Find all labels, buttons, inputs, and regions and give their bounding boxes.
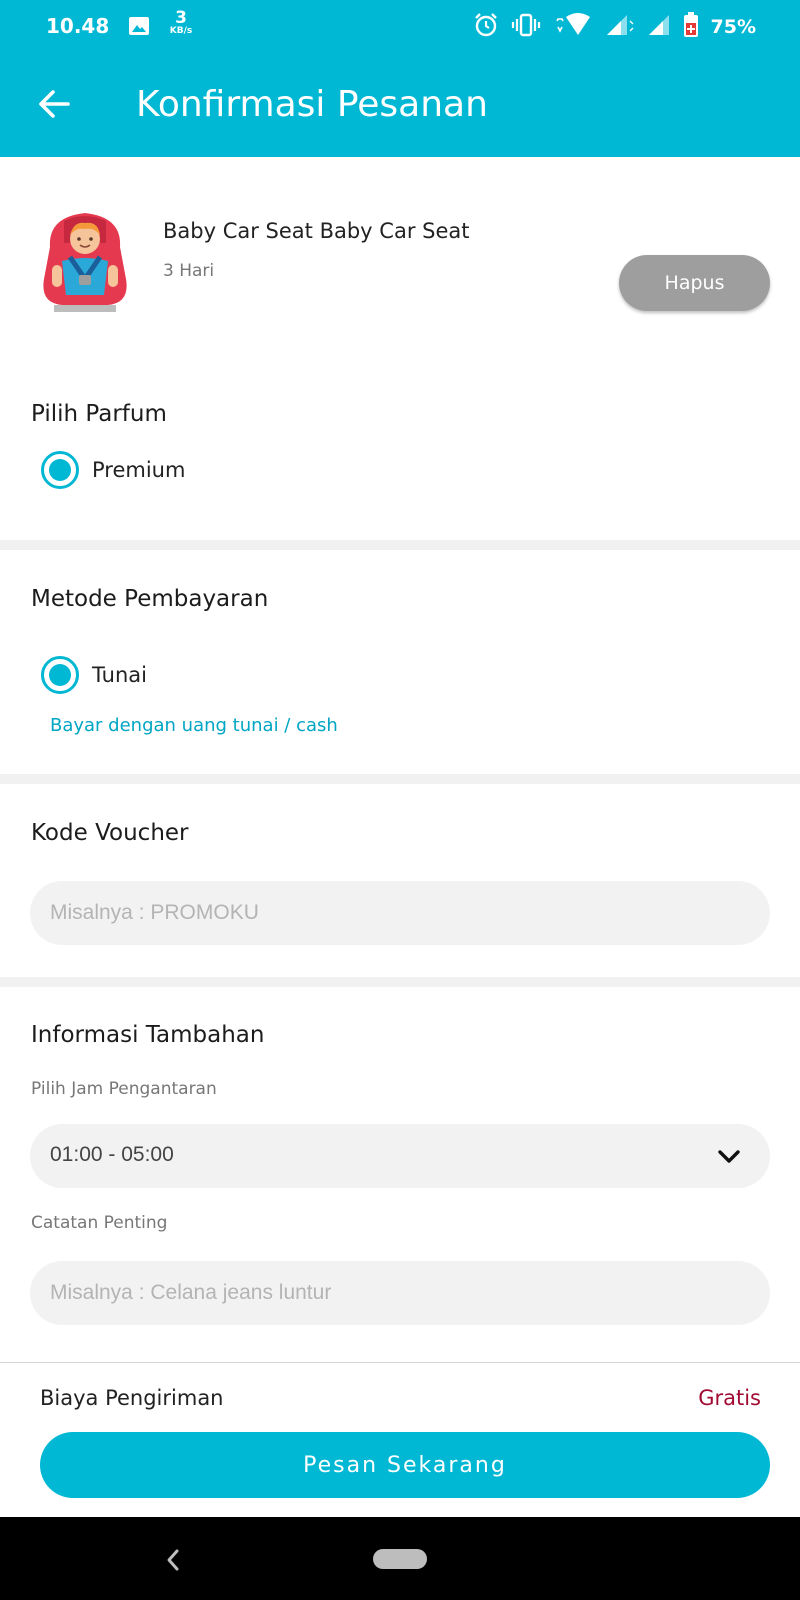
status-bar: 10.48 3 KB/s 75% <box>0 0 800 52</box>
parfum-title: Pilih Parfum <box>31 401 167 427</box>
chevron-left-icon <box>167 1549 179 1571</box>
app-bar: Konfirmasi Pesanan <box>0 52 800 157</box>
order-now-button[interactable]: Pesan Sekarang <box>40 1432 770 1498</box>
arrow-left-icon <box>39 90 70 118</box>
status-icons: 75% <box>473 12 756 42</box>
radio-selected-dot <box>49 459 71 481</box>
radio-tunai[interactable]: Tunai <box>41 656 147 694</box>
network-speed-value: 3 <box>175 8 187 28</box>
radio-button[interactable] <box>41 656 79 694</box>
page-title: Konfirmasi Pesanan <box>136 84 488 125</box>
radio-selected-dot <box>49 664 71 686</box>
vibrate-icon <box>511 13 541 41</box>
payment-title: Metode Pembayaran <box>31 586 269 612</box>
baby-car-seat-icon <box>40 207 130 317</box>
product-duration: 3 Hari <box>163 261 215 281</box>
system-nav-bar <box>0 1517 800 1600</box>
shipping-cost-label: Biaya Pengiriman <box>40 1386 224 1410</box>
voucher-input[interactable] <box>30 881 770 945</box>
battery-percent: 75% <box>710 16 756 38</box>
status-time: 10.48 <box>46 14 110 38</box>
product-name: Baby Car Seat Baby Car Seat <box>163 219 470 243</box>
payment-note: Bayar dengan uang tunai / cash <box>50 715 338 736</box>
delete-button[interactable]: Hapus <box>619 255 770 311</box>
wifi-icon <box>553 13 593 41</box>
section-divider <box>0 977 800 987</box>
nav-back-button[interactable] <box>164 1547 182 1577</box>
radio-label: Tunai <box>92 663 147 687</box>
signal-icon <box>605 13 635 41</box>
network-speed: 3 KB/s <box>164 10 198 36</box>
payment-section: Metode Pembayaran Tunai Bayar dengan uan… <box>0 550 800 774</box>
signal-icon <box>647 13 671 41</box>
product-card: Baby Car Seat Baby Car Seat 3 Hari Hapus <box>0 157 800 357</box>
image-icon <box>128 16 150 40</box>
back-button[interactable] <box>32 82 76 126</box>
section-divider <box>0 774 800 784</box>
nav-home-button[interactable] <box>373 1549 427 1569</box>
alarm-icon <box>473 12 499 42</box>
order-summary-panel: Biaya Pengiriman Gratis Pesan Sekarang <box>0 1362 800 1517</box>
notes-input[interactable] <box>30 1261 770 1325</box>
radio-button[interactable] <box>41 451 79 489</box>
radio-label: Premium <box>92 458 186 482</box>
notes-label: Catatan Penting <box>31 1213 168 1233</box>
radio-premium[interactable]: Premium <box>41 451 185 489</box>
section-divider <box>0 540 800 550</box>
delivery-time-select[interactable]: 01:00 - 05:00 <box>30 1124 770 1188</box>
shipping-cost-value: Gratis <box>698 1386 761 1410</box>
chevron-down-icon <box>718 1150 740 1163</box>
voucher-section: Kode Voucher <box>0 784 800 977</box>
extra-info-section: Informasi Tambahan Pilih Jam Pengantaran… <box>0 987 800 1362</box>
voucher-title: Kode Voucher <box>31 820 189 846</box>
delivery-time-label: Pilih Jam Pengantaran <box>31 1079 217 1099</box>
network-speed-unit: KB/s <box>169 26 193 36</box>
battery-icon <box>683 12 699 42</box>
parfum-section: Pilih Parfum Premium <box>0 357 800 540</box>
delivery-time-value: 01:00 - 05:00 <box>50 1143 174 1166</box>
extra-info-title: Informasi Tambahan <box>31 1022 265 1048</box>
